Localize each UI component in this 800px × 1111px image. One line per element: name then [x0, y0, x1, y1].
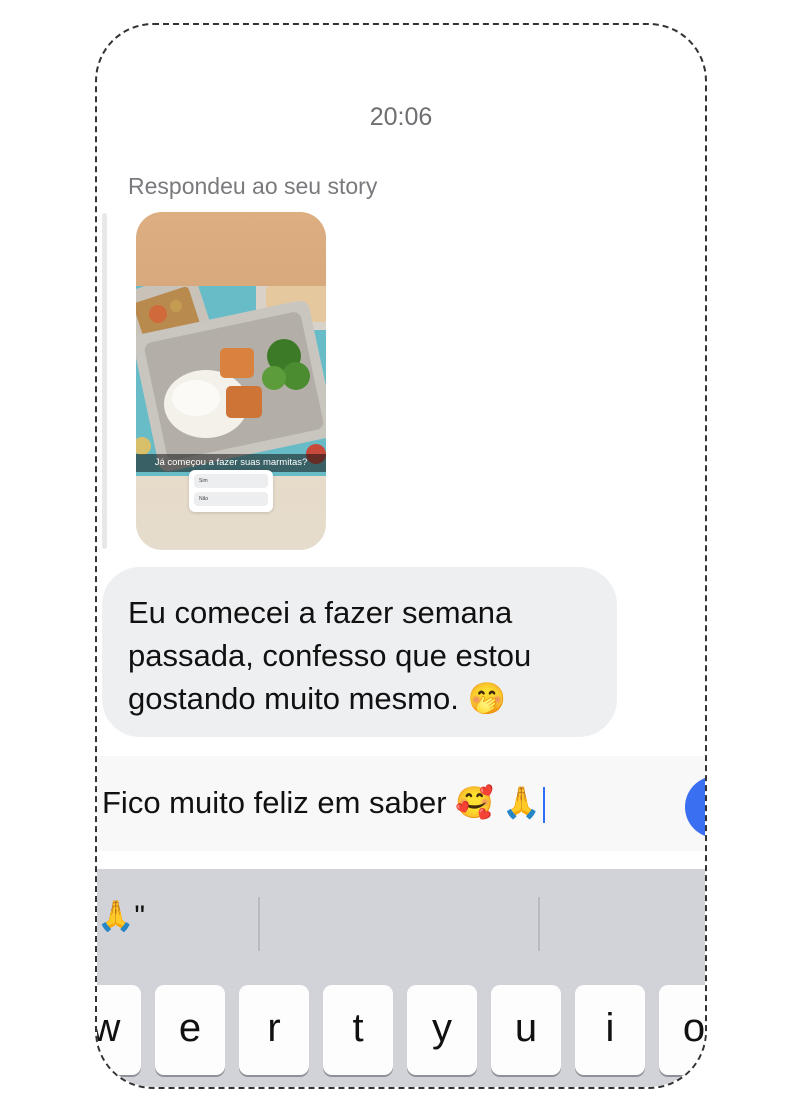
reply-quote-bar	[102, 213, 107, 549]
poll-option: Sim	[194, 474, 268, 488]
message-timestamp: 20:06	[369, 103, 433, 131]
story-poll: Sim Não	[189, 470, 273, 512]
story-food-photo	[136, 286, 326, 476]
key-i[interactable]: i	[575, 985, 645, 1075]
key-o[interactable]: o	[659, 985, 705, 1075]
suggestion-bar: 🙏"	[97, 869, 705, 979]
keyboard: 🙏" w e r t y u i o	[97, 869, 705, 1087]
text-caret	[542, 786, 545, 823]
key-t[interactable]: t	[323, 985, 393, 1075]
story-preview[interactable]: Já começou a fazer suas marmitas? Sim Nã…	[136, 212, 326, 550]
key-e[interactable]: e	[155, 985, 225, 1075]
message-input-value: Fico muito feliz em saber 🥰 🙏	[102, 785, 541, 820]
phone-frame: 20:06 Respondeu ao seu story Já começou …	[95, 23, 707, 1089]
key-u[interactable]: u	[491, 985, 561, 1075]
suggestion-divider	[258, 897, 260, 951]
suggestion-divider	[538, 897, 540, 951]
key-y[interactable]: y	[407, 985, 477, 1075]
suggestion-1[interactable]: 🙏"	[97, 899, 145, 934]
story-reply-label: Respondeu ao seu story	[128, 173, 378, 199]
message-input[interactable]: Fico muito feliz em saber 🥰 🙏	[102, 784, 545, 823]
received-message-bubble: Eu comecei a fazer semana passada, confe…	[102, 567, 617, 737]
send-button[interactable]	[685, 776, 705, 838]
key-w[interactable]: w	[97, 985, 141, 1075]
message-composer: Fico muito feliz em saber 🥰 🙏	[97, 756, 705, 851]
poll-option: Não	[194, 492, 268, 506]
key-r[interactable]: r	[239, 985, 309, 1075]
